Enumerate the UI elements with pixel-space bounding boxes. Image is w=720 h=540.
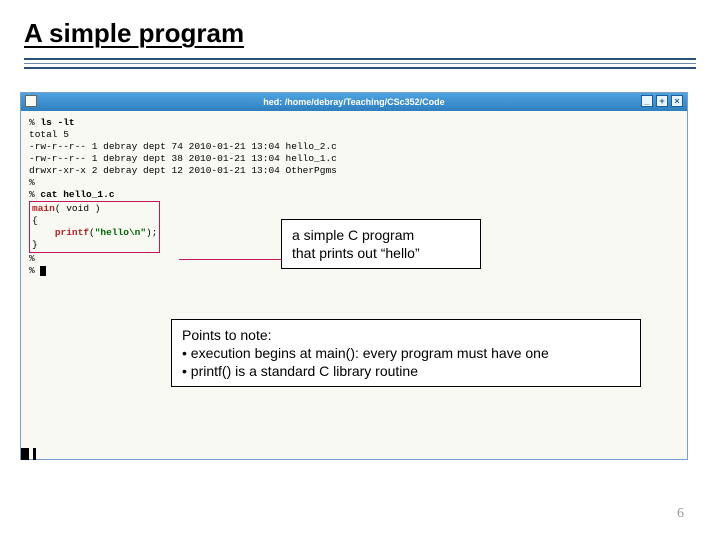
terminal-window: hed: /home/debray/Teaching/CSc352/Code _… (20, 92, 688, 460)
callout-bullet: • execution begins at main(): every prog… (182, 344, 630, 362)
window-close-button[interactable]: × (671, 95, 683, 107)
callout-heading: Points to note: (182, 326, 630, 344)
terminal-body: % ls -lt total 5 -rw-r--r-- 1 debray dep… (21, 111, 687, 459)
highlighted-code-block: main( void ) { printf("hello\n"); } (29, 201, 160, 253)
callout-connector-line (179, 259, 281, 260)
slide-title: A simple program (0, 0, 720, 55)
window-min-button[interactable]: _ (641, 95, 653, 107)
window-app-icon (25, 95, 37, 107)
window-bottom-edge-decoration (21, 448, 687, 460)
window-controls: _ + × (641, 95, 683, 107)
terminal-cursor (40, 266, 46, 276)
callout-bullet: • printf() is a standard C library routi… (182, 362, 630, 380)
page-number: 6 (677, 506, 684, 522)
callout-line: a simple C program (292, 226, 470, 244)
callout-points-to-note: Points to note: • execution begins at ma… (171, 319, 641, 387)
callout-line: that prints out “hello” (292, 244, 470, 262)
title-underline-rules (0, 58, 720, 79)
callout-description: a simple C program that prints out “hell… (281, 219, 481, 269)
window-max-button[interactable]: + (656, 95, 668, 107)
terminal-titlebar: hed: /home/debray/Teaching/CSc352/Code _… (21, 93, 687, 111)
window-title: hed: /home/debray/Teaching/CSc352/Code (263, 97, 444, 107)
